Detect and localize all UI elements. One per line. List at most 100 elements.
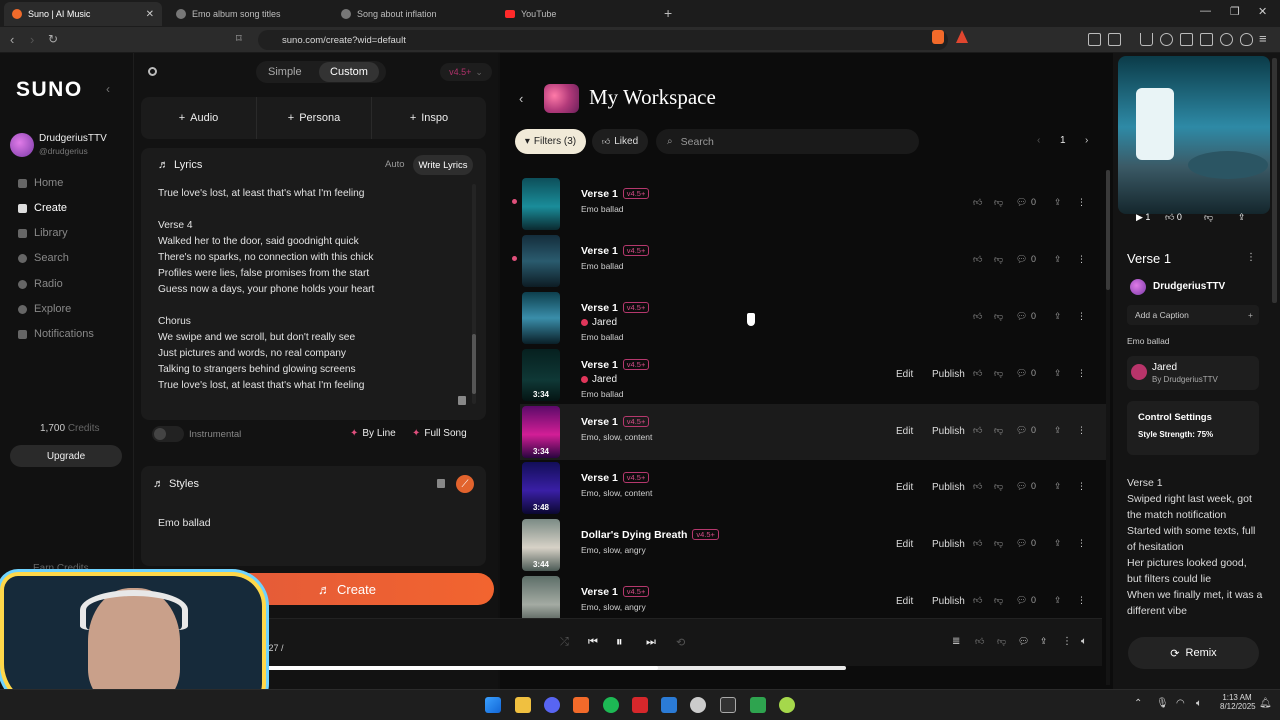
sheets-icon[interactable] [750,697,766,713]
back-icon[interactable]: ‹ [519,91,523,106]
like-button[interactable]: ▶ 1 [1136,212,1150,223]
vpn-icon[interactable] [1240,33,1253,46]
thumbs-down-icon[interactable]: 👎︎ [994,254,1003,265]
add-audio-button[interactable]: + Audio [141,97,256,139]
more-options-icon[interactable]: ⋮ [1246,252,1256,263]
thumbs-down-icon[interactable]: 👎︎ [997,636,1006,647]
thumbs-down-icon[interactable]: 👎︎ [994,368,1003,379]
trash-icon[interactable] [458,396,466,405]
next-page-icon[interactable]: › [1085,135,1088,146]
add-persona-button[interactable]: + Persona [256,97,371,139]
bookmark-icon[interactable]: ⌑ [236,32,242,45]
song-thumbnail[interactable] [522,235,560,287]
avatar[interactable] [10,133,34,157]
thumbs-down-icon[interactable]: 👎︎ [1204,212,1213,223]
song-row[interactable]: 3:44 Dollar's Dying Breath v4.5+ Emo, slow,… [520,517,1106,573]
brave-icon[interactable] [573,697,589,713]
thumbs-up-icon[interactable]: 👍︎ [975,636,984,647]
persona-link[interactable]: Jared [581,374,617,385]
minimize-icon[interactable]: — [1200,5,1211,17]
menu-icon[interactable]: ≡ [1259,31,1267,46]
suno-logo[interactable]: SUNO [16,78,83,102]
user-name[interactable]: DrudgeriusTTV [39,133,107,144]
share-icon[interactable]: ⇪ [1040,636,1048,647]
song-row[interactable]: 3:48 Verse 1 v4.5+ Emo, slow, content Edit Pu… [520,460,1106,516]
spotify-icon[interactable] [603,697,619,713]
discord-icon[interactable] [544,697,560,713]
prev-page-icon[interactable]: ‹ [1037,135,1040,146]
progress-bar[interactable] [258,666,846,670]
more-options-icon[interactable]: ⋮ [1077,481,1086,492]
thumbs-down-icon[interactable]: 👎︎ [994,425,1003,436]
song-thumbnail[interactable] [522,292,560,344]
wallet-icon[interactable] [1200,33,1213,46]
song-title[interactable]: Verse 1 v4.5+ [581,245,650,257]
windows-start-icon[interactable] [485,697,501,713]
thumbs-up-icon[interactable]: 👍︎ [973,595,982,606]
publish-button[interactable]: Publish [926,479,971,496]
song-title[interactable]: Verse 1 v4.5+ [581,472,650,484]
share-icon[interactable]: ⇪ [1054,368,1062,379]
share-icon[interactable]: ⇪ [1054,254,1062,265]
comment-icon[interactable]: 💬︎ [1016,368,1027,379]
thumbs-up-icon[interactable]: 👍︎ [973,481,982,492]
url-field[interactable]: suno.com/create?wid=default [258,30,948,50]
shuffle-icon[interactable]: ⤮ [560,636,569,649]
share-icon[interactable]: ⇪ [1054,538,1062,549]
publish-button[interactable]: Publish [926,423,971,440]
more-options-icon[interactable]: ⋮ [1077,595,1086,606]
brave-rewards-icon[interactable] [956,30,968,43]
scroll-thumb[interactable] [472,334,476,394]
comment-icon[interactable]: 💬︎ [1016,481,1027,492]
maximize-icon[interactable]: ❐ [1230,5,1240,18]
mode-custom[interactable]: Custom [319,62,379,82]
screenshot-icon[interactable] [1108,33,1121,46]
workspace-search[interactable]: ⌕ Search [656,129,919,154]
thumbs-up-icon[interactable]: 👍︎ [973,425,982,436]
edit-button[interactable]: Edit [890,536,919,553]
epic-games-icon[interactable] [720,697,736,713]
thumbs-up-icon[interactable]: 👍︎ [973,311,982,322]
share-icon[interactable]: ⇪ [1238,212,1246,223]
publish-button[interactable]: Publish [926,536,971,553]
collapse-sidebar-icon[interactable]: ‹ [106,82,110,96]
close-tab-icon[interactable]: ✕ [146,9,154,20]
thumbs-down-icon[interactable]: 👎︎ [994,595,1003,606]
pdf-reader-icon[interactable] [632,697,648,713]
nav-library[interactable]: Library [18,227,68,239]
share-icon[interactable]: ⇪ [1054,197,1062,208]
remix-button[interactable]: ⟳ Remix [1128,637,1259,669]
thumbs-down-icon[interactable]: 👎︎ [994,311,1003,322]
notepad-icon[interactable] [661,697,677,713]
full-song-button[interactable]: ✦ Full Song [412,428,467,439]
share-icon[interactable]: ⇪ [1054,425,1062,436]
edit-button[interactable]: Edit [890,423,919,440]
leo-ai-icon[interactable] [1220,33,1233,46]
publish-button[interactable]: Publish [926,593,971,610]
lyrics-auto-toggle[interactable]: Auto [385,159,405,170]
share-icon[interactable]: ⇪ [1054,595,1062,606]
upgrade-button[interactable]: Upgrade [10,445,122,467]
persona-link[interactable]: Jared [581,317,617,328]
song-row[interactable]: 3:34 Verse 1 v4.5+ Jared Emo ballad Edit Publi… [520,347,1106,403]
song-list-scrollbar[interactable] [1106,170,1110,685]
obs-icon[interactable] [690,697,706,713]
song-thumbnail[interactable] [522,178,560,230]
download-icon[interactable] [1140,33,1153,46]
tab-song-inflation[interactable]: Song about inflation [333,2,493,26]
song-thumbnail[interactable]: 3:34 [522,406,560,458]
comment-icon[interactable]: 💬︎ [1016,595,1027,606]
trash-icon[interactable] [437,479,445,488]
brave-shield-icon[interactable] [932,30,944,44]
magic-wand-icon[interactable]: ⟋ [456,475,474,493]
caption-input[interactable]: Add a Caption + [1127,305,1259,325]
tray-chevron-icon[interactable]: ⌃ [1134,698,1142,709]
mode-simple[interactable]: Simple [268,66,302,78]
song-title[interactable]: Verse 1 v4.5+ [581,416,650,428]
thumbs-up-icon[interactable]: 👍︎ [973,368,982,379]
mic-icon[interactable]: 🎙︎ [1156,698,1169,709]
media-icon[interactable] [1160,33,1173,46]
song-title[interactable]: Verse 1 v4.5+ [581,586,650,598]
more-options-icon[interactable]: ⋮ [1077,425,1086,436]
sidebar-toggle-icon[interactable] [1180,33,1193,46]
